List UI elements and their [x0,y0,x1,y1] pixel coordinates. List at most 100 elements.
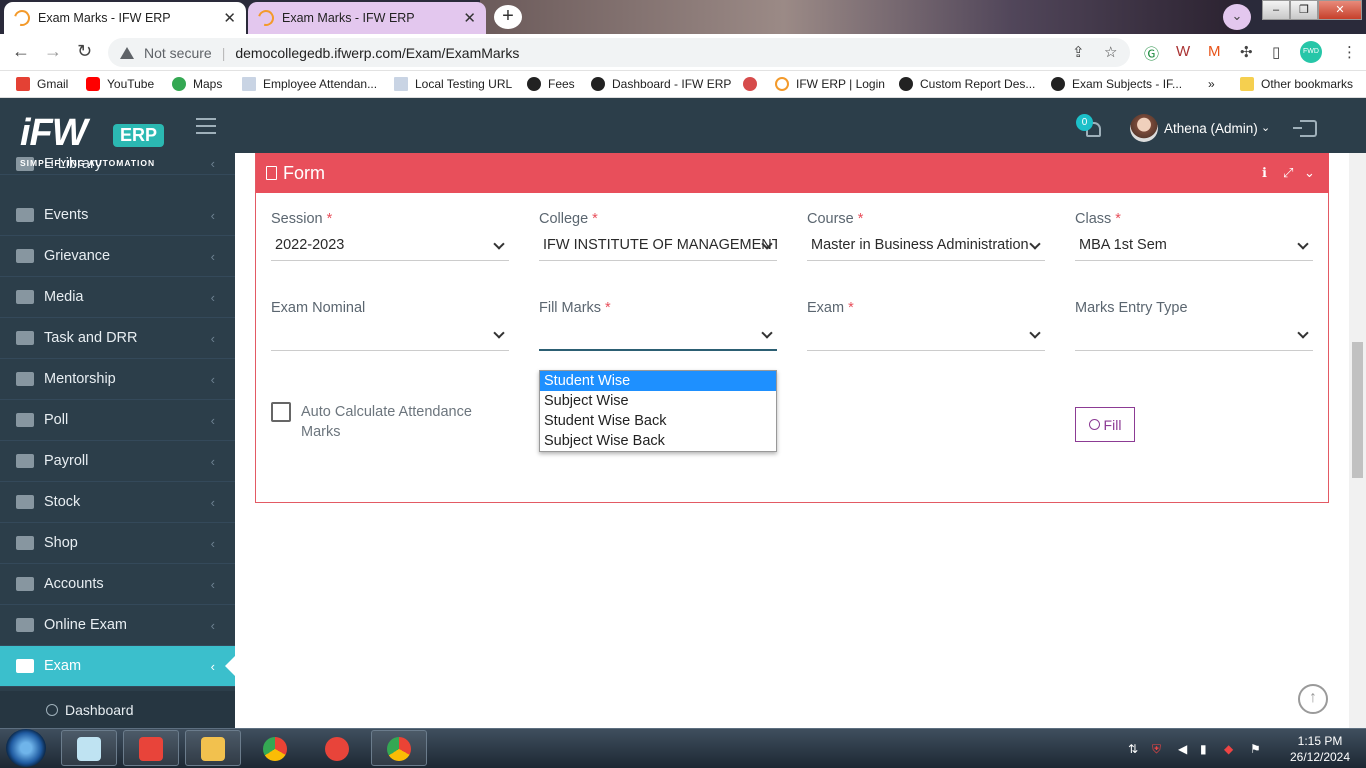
back-arrow-icon[interactable]: ← [12,41,30,62]
collapse-chevron-icon[interactable]: ⌄ [1304,165,1315,181]
sidebar-item-poll[interactable]: Poll ‹ [0,400,235,441]
chevron-left-icon: ‹ [210,248,215,264]
more-bookmarks-icon[interactable]: » [1208,77,1215,91]
option-student-wise[interactable]: Student Wise [540,371,776,391]
other-bookmarks[interactable]: Other bookmarks [1240,77,1353,91]
forward-arrow-icon[interactable]: → [44,41,62,62]
sidebar-item-accounts[interactable]: Accounts ‹ [0,564,235,605]
expand-icon[interactable]: ⤢ [1283,165,1293,181]
globe-icon [1051,77,1065,91]
sidebar-item-mentorship[interactable]: Mentorship ‹ [0,359,235,400]
sidebar-item-payroll[interactable]: Payroll ‹ [0,441,235,482]
auto-calculate-label: Auto Calculate Attendance Marks [301,404,472,440]
user-name[interactable]: Athena (Admin) [1164,121,1258,136]
sidebar-item-task-and-drr[interactable]: Task and DRR ‹ [0,318,235,359]
taskbar-notes-app[interactable] [61,730,117,766]
college-label: College * [539,211,598,227]
minimize-window-icon[interactable]: – [1262,0,1290,20]
windows-start-icon[interactable] [6,729,46,767]
bookmark-exam-subjects[interactable]: Exam Subjects - IF... [1051,77,1182,91]
network-icon[interactable]: ⇅ [1128,742,1138,756]
exam-label: Exam * [807,300,854,316]
side-panel-icon[interactable]: ▯ [1272,43,1280,61]
puzzle-icon[interactable]: ✣ [1240,43,1253,61]
tab-strip-background [480,0,1240,34]
browser-tab-2[interactable]: Exam Marks - IFW ERP ✕ [248,2,486,34]
bookmark-youtube[interactable]: YouTube [86,77,154,91]
user-avatar[interactable] [1130,114,1158,142]
tab-search-chevron-icon[interactable]: ⌄ [1223,4,1251,30]
sidebar-item-online-exam[interactable]: Online Exam ‹ [0,605,235,646]
notes-icon [77,737,101,761]
bookmark-employee-attendance[interactable]: Employee Attendan... [242,77,377,91]
bookmark-gmail[interactable]: Gmail [16,77,68,91]
tab-close-icon[interactable]: ✕ [463,9,476,27]
sidebar-item-exam[interactable]: Exam ‹ [0,646,235,687]
option-student-wise-back[interactable]: Student Wise Back [540,411,776,431]
address-bar[interactable]: Not secure | democollegedb.ifwerp.com/Ex… [108,38,1130,67]
ifw-icon [775,77,789,91]
fill-button[interactable]: Fill [1075,407,1135,442]
sidebar-item-media[interactable]: Media ‹ [0,277,235,318]
option-subject-wise-back[interactable]: Subject Wise Back [540,431,776,451]
hamburger-menu-icon[interactable] [196,118,216,134]
sidebar-item-grievance[interactable]: Grievance ‹ [0,236,235,277]
chevron-down-icon[interactable]: ⌄ [1261,121,1270,134]
bookmark-fees[interactable]: Fees [527,77,575,91]
auto-calculate-checkbox[interactable] [271,402,291,422]
bookmark-maps[interactable]: Maps [172,77,222,91]
signal-icon[interactable]: ▮ [1200,742,1207,756]
flag-icon[interactable]: ⚑ [1250,742,1261,756]
close-window-icon[interactable]: ✕ [1318,0,1362,20]
new-tab-button[interactable]: + [494,5,522,29]
class-select[interactable]: MBA 1st Sem [1075,231,1313,261]
ifw-erp-logo[interactable]: iFW ERP SIMPLIFYING AUTOMATION [20,112,170,170]
fwd-extension-icon[interactable]: FWD [1300,41,1322,63]
bookmark-local-testing[interactable]: Local Testing URL [394,77,512,91]
maximize-window-icon[interactable]: ❐ [1290,0,1318,20]
bar-chart-icon [16,659,34,673]
course-select[interactable]: Master in Business Administration [807,231,1045,261]
gmail-extension-icon[interactable]: M [1208,43,1221,60]
taskbar-explorer-app[interactable] [185,730,241,766]
info-icon[interactable]: ℹ [1262,165,1267,181]
reload-icon[interactable]: ↻ [77,41,92,62]
menu-kebab-icon[interactable]: ⋮ [1342,43,1357,61]
chevron-left-icon: ‹ [210,207,215,223]
browser-tab-active[interactable]: Exam Marks - IFW ERP ✕ [4,2,246,34]
exam-select[interactable] [807,321,1045,351]
bookmark-dashboard[interactable]: Dashboard - IFW ERP [591,77,731,91]
sidebar-item-events[interactable]: Events ‹ [0,195,235,236]
marks-entry-type-select[interactable] [1075,321,1313,351]
security-tray-icon[interactable]: ⛨ [1152,742,1161,757]
bookmark-star-icon[interactable]: ☆ [1104,43,1117,61]
taskbar-chrome-app[interactable] [247,730,303,766]
fill-marks-select[interactable] [539,321,777,351]
bookmark-record[interactable] [743,77,764,91]
volume-icon[interactable]: ◀ [1178,742,1187,756]
system-clock[interactable]: 1:15 PM 26/12/2024 [1285,733,1355,765]
bookmark-custom-report[interactable]: Custom Report Des... [899,77,1035,91]
grammarly-icon[interactable]: Ⓖ [1144,43,1159,64]
session-label: Session * [271,211,333,227]
sidebar-item-shop[interactable]: Shop ‹ [0,523,235,564]
taskbar-chrome-profile-app[interactable] [371,730,427,766]
sidebar-item-stock[interactable]: Stock ‹ [0,482,235,523]
tab-close-icon[interactable]: ✕ [223,9,236,27]
url-text[interactable]: democollegedb.ifwerp.com/Exam/ExamMarks [235,45,519,61]
share-icon[interactable]: ⇪ [1072,43,1085,61]
option-subject-wise[interactable]: Subject Wise [540,391,776,411]
session-select[interactable]: 2022-2023 [271,231,509,261]
extension-w-icon[interactable]: W [1176,43,1190,60]
bookmark-ifw-login[interactable]: IFW ERP | Login [775,77,885,91]
scroll-to-top-icon[interactable]: ↑ [1298,684,1328,714]
clock-time: 1:15 PM [1297,734,1343,748]
taskbar-wps-app[interactable] [309,730,365,766]
logout-icon[interactable] [1293,120,1317,137]
scrollbar-thumb[interactable] [1352,342,1363,478]
taskbar-anydesk-app[interactable] [123,730,179,766]
exam-nominal-select[interactable] [271,321,509,351]
anydesk-tray-icon[interactable]: ◆ [1224,742,1233,756]
sidebar-subitem-dashboard[interactable]: Dashboard [0,691,235,728]
college-select[interactable]: IFW INSTITUTE OF MANAGEMENT [539,231,777,261]
